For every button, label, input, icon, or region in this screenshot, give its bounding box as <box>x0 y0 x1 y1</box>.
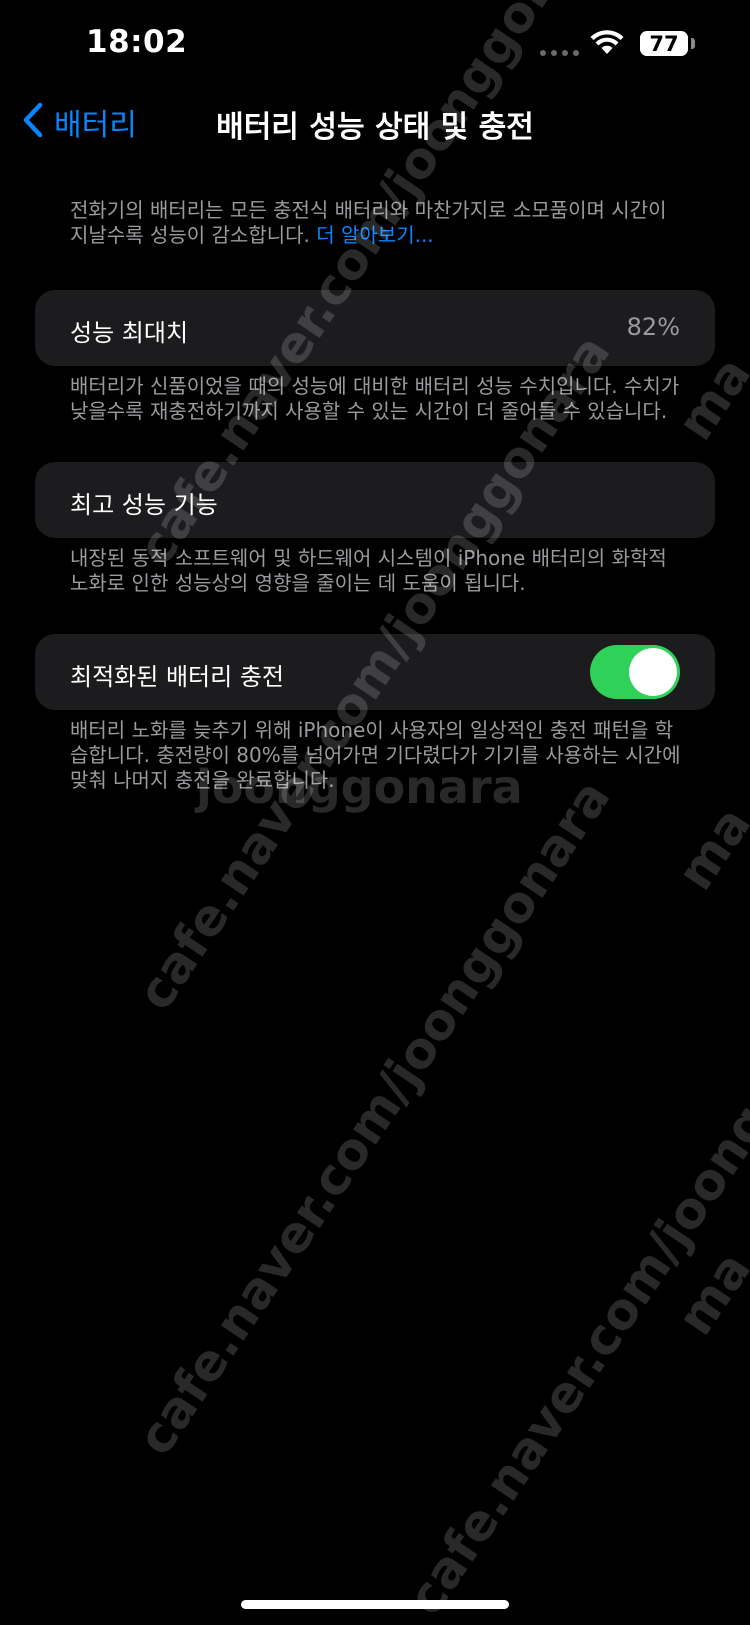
home-indicator[interactable] <box>241 1600 509 1609</box>
page-title: 배터리 성능 상태 및 충전 <box>216 110 534 145</box>
watermark-edge: ma <box>665 796 750 901</box>
cellular-dots-icon <box>540 50 579 56</box>
battery-tip <box>691 38 695 49</box>
max-capacity-footer: 배터리가 신품이었을 때의 성능에 대비한 배터리 성능 수치입니다. 수치가 … <box>70 374 680 423</box>
max-capacity-label: 성능 최대치 <box>70 319 189 347</box>
max-capacity-value: 82% <box>626 313 680 341</box>
learn-more-link[interactable]: 더 알아보기... <box>316 223 433 247</box>
peak-performance-footer: 내장된 동적 소프트웨어 및 하드웨어 시스템이 iPhone 배터리의 화학적… <box>70 546 667 595</box>
wifi-icon <box>590 30 624 60</box>
battery-level: 77 <box>649 31 679 56</box>
watermark-edge: ma <box>665 1241 750 1346</box>
status-bar: 18:02 77 <box>0 0 750 90</box>
toggle-knob <box>629 648 677 696</box>
optimized-charging-footer: 배터리 노화를 늦추기 위해 iPhone이 사용자의 일상적인 충전 패턴을 … <box>70 718 681 792</box>
peak-performance-cell: 최고 성능 기능 <box>35 462 715 538</box>
optimized-charging-cell: 최적화된 배터리 충전 <box>35 634 715 710</box>
optimized-charging-toggle[interactable] <box>590 645 680 699</box>
watermark-url: cafe.naver.com/joonggonara <box>395 929 750 1625</box>
watermark-url: cafe.naver.com/joonggonara <box>125 769 622 1466</box>
intro-description: 전화기의 배터리는 모든 충전식 배터리와 마찬가지로 소모품이며 시간이 지날… <box>70 198 690 248</box>
peak-performance-label: 최고 성능 기능 <box>70 491 218 519</box>
max-capacity-cell: 성능 최대치 82% <box>35 290 715 366</box>
optimized-charging-label: 최적화된 배터리 충전 <box>70 663 284 691</box>
status-time: 18:02 <box>86 24 188 60</box>
navigation-bar: 배터리 배터리 성능 상태 및 충전 <box>0 92 750 152</box>
battery-icon: 77 <box>640 31 688 56</box>
